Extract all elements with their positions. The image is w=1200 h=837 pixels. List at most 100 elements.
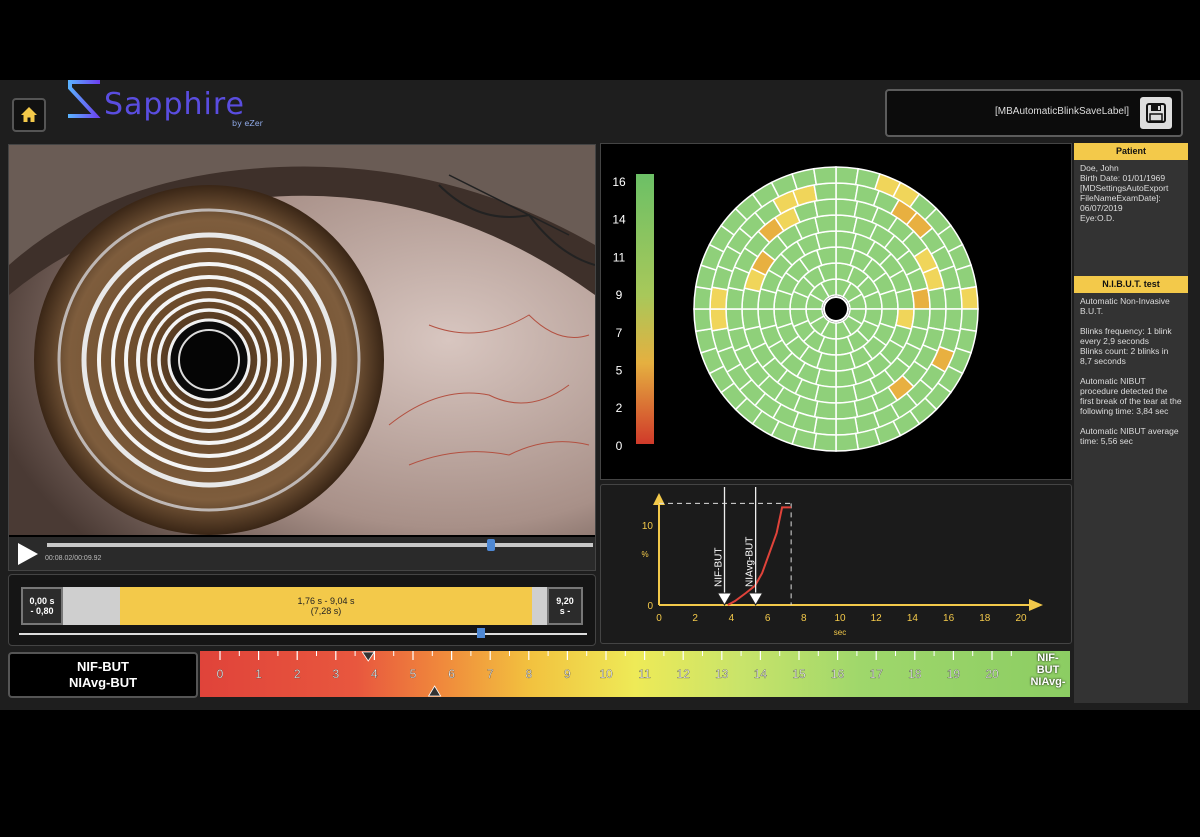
- graph-x-tick: 14: [907, 613, 919, 624]
- graph-x-tick: 4: [729, 613, 735, 624]
- scale-niavg-but-marker: [427, 685, 442, 697]
- info-side-panel: Patient Doe, John Birth Date: 01/01/1969…: [1074, 143, 1188, 703]
- graph-x-tick: 10: [834, 613, 846, 624]
- patient-info: Doe, John Birth Date: 01/01/1969 [MDSett…: [1074, 160, 1188, 276]
- interval-start-bottom: - 0,80: [30, 606, 54, 616]
- scale-tick-label: 7: [487, 667, 494, 681]
- legend-tick-label: 7: [616, 326, 623, 340]
- graph-y-label: %: [641, 550, 648, 559]
- graph-x-arrow: [1029, 599, 1043, 611]
- scale-tick-label: 1: [255, 667, 262, 681]
- nibut-header: N.I.B.U.T. test: [1074, 276, 1188, 293]
- interval-end-button[interactable]: 9,20 s -: [547, 587, 583, 625]
- scale-right-but: BUT: [1036, 664, 1060, 676]
- color-legend-bar: [636, 174, 654, 444]
- nibut-blinks-frequency: Blinks frequency: 1 blink every 2,9 seco…: [1080, 326, 1182, 366]
- interval-slider[interactable]: [19, 628, 587, 638]
- tear-map-segment: [835, 166, 860, 186]
- scale-tick-label: 20: [985, 667, 999, 681]
- graph-x-tick: 18: [979, 613, 991, 624]
- scale-tick-label: 2: [294, 667, 301, 681]
- scale-right-nif: NIF-: [1037, 652, 1059, 664]
- tear-map-segment: [813, 416, 837, 436]
- tear-map-segment: [911, 287, 931, 310]
- scale-tick-label: 8: [525, 667, 532, 681]
- nibut-procedure: Automatic NIBUT procedure detected the f…: [1080, 376, 1182, 416]
- interval-start-top: 0,00 s: [29, 596, 55, 606]
- scale-label-niavg: NIAvg-BUT: [68, 675, 138, 690]
- home-icon: [21, 107, 37, 122]
- scale-tick-label: 15: [792, 667, 806, 681]
- graph-nif-but-marker-label: NIF-BUT: [714, 548, 725, 587]
- scale-tick-label: 18: [908, 667, 922, 681]
- legend-tick-label: 14: [612, 213, 626, 227]
- nibut-info: Automatic Non-Invasive B.U.T. Blinks fre…: [1074, 293, 1188, 459]
- tear-map-segment: [812, 432, 837, 452]
- interval-selection[interactable]: 1,76 s - 9,04 s (7,28 s): [120, 587, 532, 625]
- interval-panel: 0,00 s - 0,80 1,76 s - 9,04 s (7,28 s) 9…: [8, 574, 596, 646]
- graph-niavg-but-marker-label: NIAvg-BUT: [745, 537, 756, 587]
- tear-map-center: [823, 296, 849, 322]
- interval-track[interactable]: 0,00 s - 0,80 1,76 s - 9,04 s (7,28 s) 9…: [21, 587, 583, 625]
- video-controls: 00:08.02/00:09.92: [9, 537, 595, 570]
- graph-x-tick: 8: [801, 613, 807, 624]
- tear-map-segment: [959, 285, 979, 310]
- graph-x-tick: 20: [1015, 613, 1027, 624]
- scale-tick-label: 3: [332, 667, 339, 681]
- scale-right-niavg: NIAvg-: [1030, 676, 1066, 688]
- video-seek-thumb[interactable]: [487, 539, 495, 551]
- tear-map-segment: [835, 416, 859, 436]
- scale-tick-label: 19: [947, 667, 961, 681]
- patient-name: Doe, John: [1080, 163, 1119, 173]
- interval-end-bottom: s -: [559, 606, 571, 616]
- tear-map-segment: [927, 286, 947, 310]
- scale-tick-label: 6: [448, 667, 455, 681]
- patient-exam-date: 06/07/2019: [1080, 203, 1123, 213]
- tear-map-segment: [835, 367, 858, 388]
- nibut-average: Automatic NIBUT average time: 5,56 sec: [1080, 426, 1179, 446]
- video-time: 00:08.02/00:09.92: [45, 555, 102, 562]
- tear-map-segment: [835, 182, 859, 202]
- nibut-graph-panel: 0 2 4 6 8 10 12 14 16 18 20 0 10 sec% NIF-BUT NIAvg-BUT: [600, 484, 1072, 644]
- graph-y-tick: 0: [647, 601, 653, 612]
- home-button[interactable]: [12, 98, 46, 132]
- patient-file-label: [MDSettingsAutoExport FileNameExamDate]:: [1080, 183, 1169, 203]
- video-seek-bar[interactable]: [47, 539, 593, 551]
- tear-map-segment: [835, 432, 860, 452]
- eye-image: [9, 145, 595, 535]
- tear-map-segment: [943, 308, 963, 332]
- tear-map-segment: [813, 198, 837, 218]
- scale-label-nif: NIF-BUT: [77, 659, 129, 674]
- interval-start-button[interactable]: 0,00 s - 0,80: [21, 587, 63, 625]
- tear-map-segment: [741, 308, 761, 331]
- graph-x-tick: 16: [943, 613, 955, 624]
- patient-eye: Eye:O.D.: [1080, 213, 1115, 223]
- interval-slider-thumb[interactable]: [477, 628, 485, 638]
- graph-x-label: sec: [834, 628, 846, 637]
- tear-map-segment: [813, 182, 837, 202]
- scale-tick-label: 0: [217, 667, 224, 681]
- graph-x-tick: 0: [656, 613, 662, 624]
- graph-y-tick: 10: [642, 521, 654, 532]
- play-icon[interactable]: [15, 542, 39, 566]
- floppy-disk-icon: [1146, 103, 1166, 123]
- interval-duration: (7,28 s): [310, 606, 342, 616]
- scale-tick-label: 13: [715, 667, 729, 681]
- graph-niavg-but-marker-arrow: [747, 592, 764, 606]
- patient-header: Patient: [1074, 143, 1188, 160]
- nibut-color-scale: 0 1 2 3 4 5 6 7 8 9 10 11 12 13 14 15 16 17 18 19 20 NIF- BU…: [200, 651, 1070, 697]
- patient-birth: Birth Date: 01/01/1969: [1080, 173, 1166, 183]
- tear-map-segment: [693, 308, 713, 333]
- legend-tick-label: 11: [613, 250, 626, 264]
- legend-tick-label: 9: [616, 288, 623, 302]
- logo-sub: by eZer: [232, 119, 264, 128]
- tear-map-segment: [943, 286, 963, 310]
- logo-text: Sapphire: [104, 87, 245, 122]
- tear-map-segment: [693, 285, 713, 310]
- sapphire-logo: Sapphire by eZer: [64, 78, 294, 130]
- tear-map-segment: [814, 214, 837, 234]
- tear-map-segment: [835, 400, 859, 420]
- graph-x-tick: 2: [692, 613, 698, 624]
- save-button[interactable]: [1140, 97, 1172, 129]
- scale-tick-label: 4: [371, 667, 378, 681]
